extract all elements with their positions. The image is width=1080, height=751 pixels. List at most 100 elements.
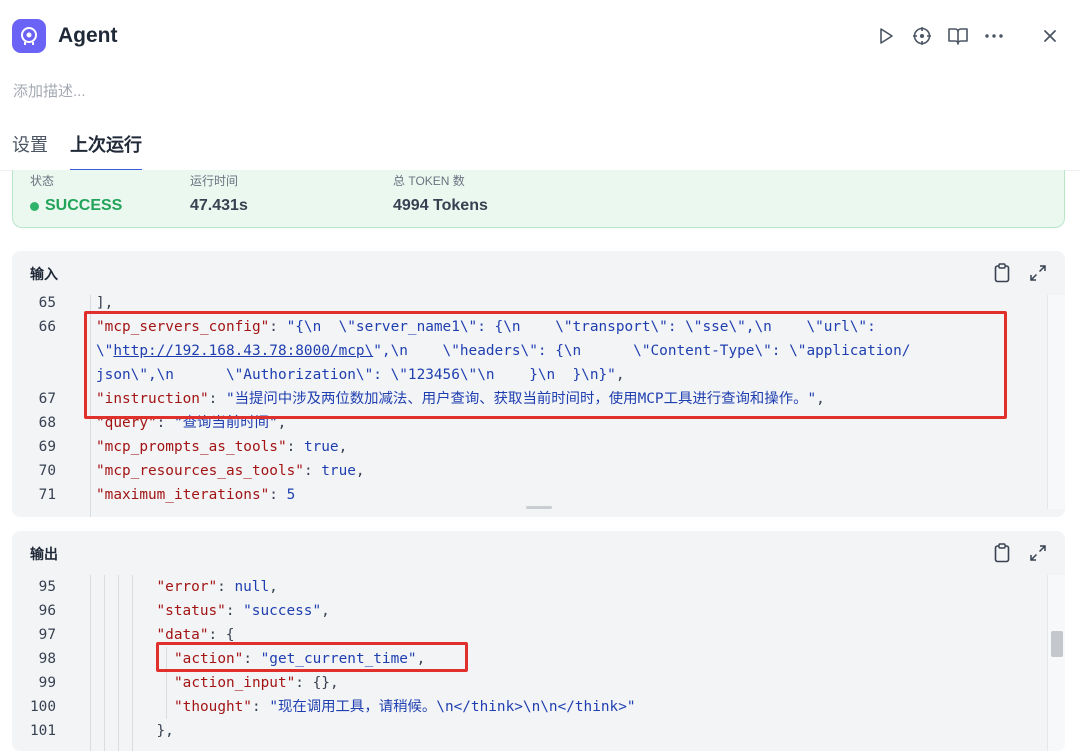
code-token: , <box>355 463 365 479</box>
panel-resize-handle[interactable] <box>526 506 552 509</box>
code-text: "mcp_resources_as_tools": true, <box>96 459 365 483</box>
code-token: : {}, <box>295 675 339 691</box>
code-token: , <box>321 603 330 619</box>
success-dot-icon <box>30 201 39 211</box>
highlight-box-action <box>156 642 468 672</box>
line-number: 66 <box>38 319 56 335</box>
docs-book-icon[interactable] <box>940 18 976 54</box>
code-token: true <box>303 439 339 455</box>
code-text: "thought": "现在调用工具，请稍候。\n</think>\n\n</t… <box>174 695 636 719</box>
code-text: "status": "success", <box>157 599 330 623</box>
code-token: : <box>303 463 322 479</box>
header-actions <box>868 18 1068 54</box>
code-line: 101}, <box>12 719 1042 743</box>
input-panel-header: 输入 <box>12 251 1065 295</box>
run-status-card: 状态 SUCCESS 运行时间 47.431s 总 TOKEN 数 4994 T… <box>12 170 1065 228</box>
code-token: : <box>286 439 304 455</box>
output-panel: 输出 95 "error": null, 96 "status": "success"… <box>12 531 1065 751</box>
code-token: , <box>338 439 348 455</box>
code-token: "mcp_resources_as_tools" <box>96 463 304 479</box>
output-panel-actions <box>979 541 1051 565</box>
line-number: 97 <box>38 627 56 643</box>
line-number: 68 <box>38 415 56 431</box>
code-token: "thought" <box>174 699 252 715</box>
code-token: null <box>234 579 270 595</box>
line-number: 67 <box>38 391 56 407</box>
copy-clipboard-icon[interactable] <box>989 541 1015 565</box>
code-token: "status" <box>156 603 226 619</box>
close-icon[interactable] <box>1032 18 1068 54</box>
code-token: ], <box>96 295 114 311</box>
code-text: "error": null, <box>157 575 278 599</box>
output-panel-header: 输出 <box>12 531 1065 575</box>
code-token: "error" <box>156 579 218 595</box>
code-token: "action_input" <box>174 675 296 691</box>
status-label: 状态 <box>30 174 55 188</box>
highlight-box-mcp-config <box>84 311 1007 419</box>
input-panel-actions <box>979 261 1051 285</box>
line-number: 65 <box>38 295 56 311</box>
tab-settings[interactable]: 设置 <box>12 131 48 172</box>
header: Agent <box>12 18 1068 54</box>
tokens-value: 4994 Tokens <box>393 197 488 214</box>
line-number: 100 <box>30 699 56 715</box>
code-token: }, <box>156 723 174 739</box>
code-token: "现在调用工具，请稍候。\n</think>\n\n</think>" <box>269 699 636 715</box>
app-title: Agent <box>58 24 118 47</box>
code-token: : <box>251 699 270 715</box>
line-number: 95 <box>38 579 56 595</box>
code-line: 96 "status": "success", <box>12 599 1042 623</box>
more-icon[interactable] <box>976 18 1012 54</box>
agent-brain-icon <box>12 19 46 53</box>
indent-guide <box>104 575 105 751</box>
indent-guide <box>132 575 133 751</box>
expand-icon[interactable] <box>1025 541 1051 565</box>
line-number: 71 <box>38 487 56 503</box>
run-icon[interactable] <box>868 18 904 54</box>
status-stat: 状态 SUCCESS <box>30 170 122 215</box>
output-scrollbar-thumb[interactable] <box>1051 631 1063 657</box>
code-token: : { <box>208 627 235 643</box>
code-token: : <box>225 603 244 619</box>
line-number: 69 <box>38 439 56 455</box>
code-text: "mcp_prompts_as_tools": true, <box>96 435 347 459</box>
indent-guide <box>118 575 119 751</box>
indent-guide <box>90 575 91 751</box>
code-token: true <box>321 463 356 479</box>
code-token: : <box>269 487 287 503</box>
tokens-stat: 总 TOKEN 数 4994 Tokens <box>393 170 488 215</box>
runtime-value: 47.431s <box>190 197 248 214</box>
line-number: 98 <box>38 651 56 667</box>
code-token: "data" <box>156 627 209 643</box>
output-panel-title: 输出 <box>30 546 58 562</box>
code-token: , <box>269 579 278 595</box>
status-badge: SUCCESS <box>30 197 122 215</box>
expand-icon[interactable] <box>1025 261 1051 285</box>
line-number: 70 <box>38 463 56 479</box>
code-line: 69 "mcp_prompts_as_tools": true, <box>12 435 1042 459</box>
line-number: 96 <box>38 603 56 619</box>
output-scrollbar[interactable] <box>1047 575 1065 751</box>
description-input[interactable]: 添加描述... <box>13 80 86 101</box>
code-line: 95 "error": null, <box>12 575 1042 599</box>
runtime-stat: 运行时间 47.431s <box>190 170 248 215</box>
code-line: 70 "mcp_resources_as_tools": true, <box>12 459 1042 483</box>
input-scrollbar[interactable] <box>1047 295 1065 509</box>
code-text: }, <box>157 719 174 743</box>
tab-last-run[interactable]: 上次运行 <box>70 131 142 172</box>
code-token: 5 <box>286 487 296 503</box>
code-token: "success" <box>243 603 322 619</box>
tab-bar: 设置 上次运行 <box>12 131 164 172</box>
code-token: "mcp_prompts_as_tools" <box>96 439 287 455</box>
copy-clipboard-icon[interactable] <box>989 261 1015 285</box>
input-panel-title: 输入 <box>30 266 58 282</box>
runtime-label: 运行时间 <box>190 174 239 188</box>
code-text: "action_input": {}, <box>174 671 339 695</box>
line-number: 101 <box>30 723 56 739</box>
code-text: "maximum_iterations": 5 <box>96 483 295 507</box>
debug-target-icon[interactable] <box>904 18 940 54</box>
code-token: : <box>217 579 235 595</box>
code-line: 71 "maximum_iterations": 5 <box>12 483 1042 507</box>
code-token: "maximum_iterations" <box>96 487 270 503</box>
line-number: 99 <box>38 675 56 691</box>
